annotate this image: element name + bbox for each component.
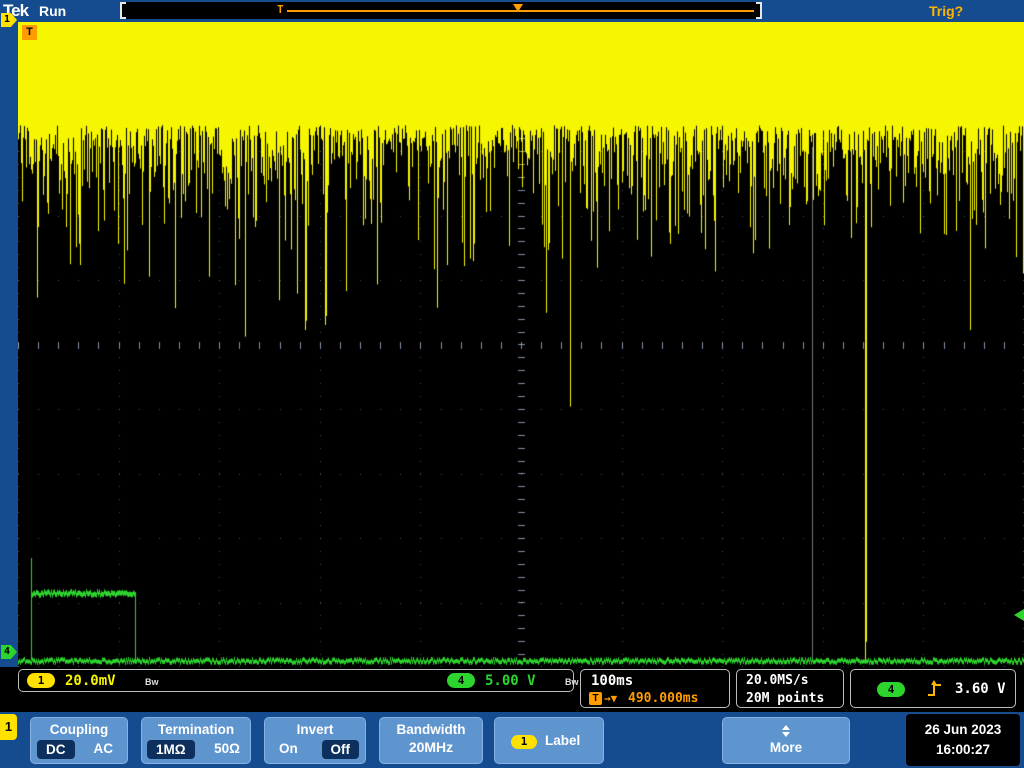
time-text: 16:00:27 (935, 742, 991, 757)
invert-button[interactable]: Invert On Off (264, 717, 366, 764)
trigger-source-badge: 4 (877, 682, 905, 697)
invert-option-off[interactable]: Off (321, 740, 359, 759)
trigger-level-arrow-icon[interactable] (1014, 609, 1024, 621)
label-button-text: Label (545, 733, 581, 748)
trigger-status: Trig? (929, 3, 964, 19)
invert-label: Invert (296, 722, 334, 737)
acquisition-box: 20.0MS/s 20M points (736, 669, 844, 708)
date-text: 26 Jun 2023 (924, 722, 1002, 737)
trigger-t-marker[interactable]: T (22, 25, 37, 40)
trigger-box: 4 3.60 V (850, 669, 1016, 708)
invert-option-on[interactable]: On (279, 741, 298, 756)
termination-option-50[interactable]: 50Ω (214, 741, 240, 756)
ch1-badge: 1 (27, 673, 55, 688)
trigger-position-marker-icon[interactable] (513, 4, 523, 12)
trigger-level: 3.60 V (955, 681, 1006, 697)
status-bar: 1 20.0mV Bw 4 5.00 V Bw 100ms T →▼ 490.0… (0, 667, 1024, 712)
ch4-scale: 5.00 V (485, 673, 536, 689)
record-bar-right-bracket (756, 2, 762, 19)
oscilloscope-screen: Tek Run T Trig? 1 T 4 1 20.0mV Bw 4 5.00… (0, 0, 1024, 768)
channel-menu-tab: 1 (0, 714, 17, 740)
more-arrows-icon (782, 725, 790, 737)
ch1-bandwidth-limit-icon: Bw (145, 677, 159, 687)
channel-readouts-box: 1 20.0mV Bw 4 5.00 V Bw (18, 669, 579, 692)
coupling-option-ac[interactable]: AC (94, 741, 114, 756)
ch4-badge: 4 (447, 673, 475, 688)
more-button[interactable]: More (722, 717, 850, 764)
graticule (18, 22, 1024, 667)
ch4-position-marker[interactable]: 4 (1, 645, 17, 659)
delay-arrows-icon: →▼ (604, 692, 618, 705)
bandwidth-button[interactable]: Bandwidth 20MHz (379, 717, 483, 764)
label-button[interactable]: 1 Label (494, 717, 604, 764)
delay-trigger-t-icon: T (589, 692, 602, 705)
record-bar-left-bracket (120, 2, 126, 19)
bandwidth-label: Bandwidth (396, 722, 466, 737)
record-length: 20M points (746, 691, 825, 706)
more-button-text: More (769, 740, 803, 755)
record-trigger-t: T (277, 3, 284, 16)
coupling-button[interactable]: Coupling DC AC (30, 717, 128, 764)
termination-button[interactable]: Termination 1MΩ 50Ω (141, 717, 251, 764)
waveform-canvas (18, 22, 1024, 667)
delay-value: 490.000ms (628, 691, 699, 706)
coupling-option-dc[interactable]: DC (37, 740, 75, 759)
termination-label: Termination (157, 722, 235, 737)
ch1-scale: 20.0mV (65, 673, 116, 689)
record-view-bar[interactable]: T (120, 2, 762, 19)
top-bar: Tek Run T Trig? (0, 0, 1024, 22)
label-channel-badge: 1 (511, 735, 537, 749)
coupling-label: Coupling (49, 722, 109, 737)
bandwidth-value: 20MHz (408, 739, 454, 755)
sample-rate: 20.0MS/s (746, 673, 809, 688)
timebase-scale: 100ms (591, 673, 634, 689)
rising-edge-icon (928, 680, 941, 696)
acquisition-status: Run (39, 3, 67, 19)
datetime-box: 26 Jun 2023 16:00:27 (906, 714, 1020, 766)
timebase-box: 100ms T →▼ 490.000ms (580, 669, 730, 708)
ch4-bandwidth-limit-icon: Bw (565, 677, 579, 687)
termination-option-1m[interactable]: 1MΩ (147, 740, 195, 759)
bottom-menu-bar: 1 Coupling DC AC Termination 1MΩ 50Ω Inv… (0, 712, 1024, 768)
